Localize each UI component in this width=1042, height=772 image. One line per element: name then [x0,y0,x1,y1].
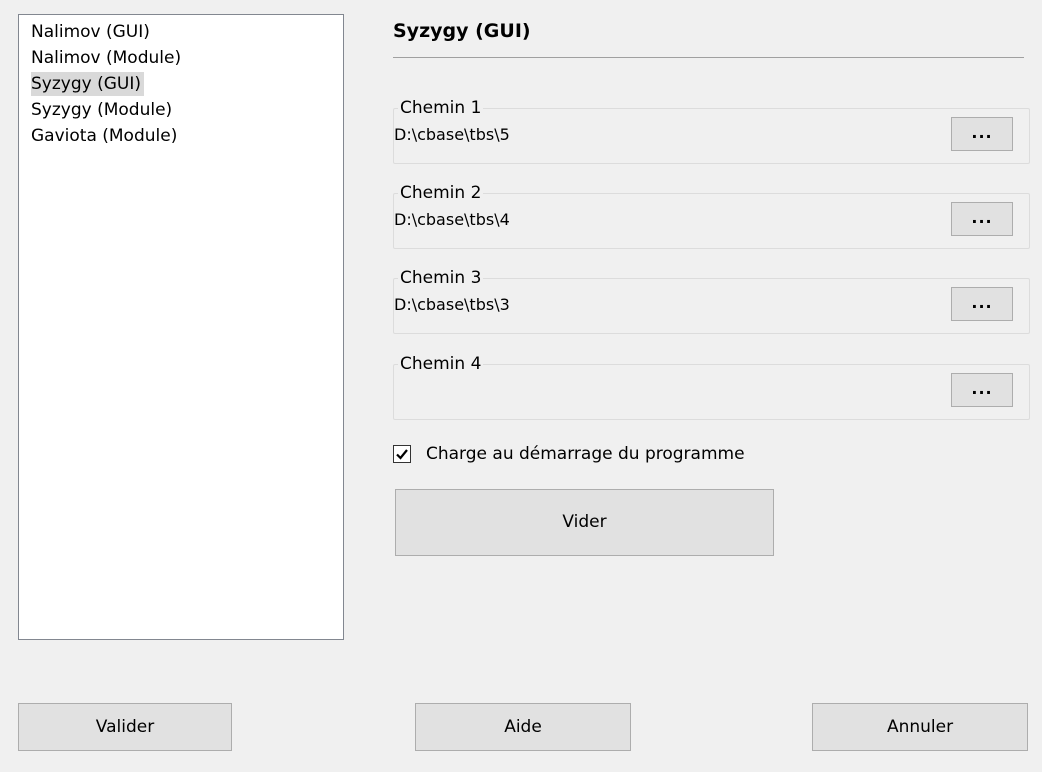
path-value-2: D:\cbase\tbs\4 [394,210,510,229]
list-item-nalimov-module[interactable]: Nalimov (Module) [31,45,343,71]
path-label-1: Chemin 1 [398,98,484,118]
path-label-2: Chemin 2 [398,183,484,203]
browse-button-1[interactable]: ... [951,117,1013,151]
path-group-4: Chemin 4 ... [393,354,1030,420]
path-group-2: Chemin 2 D:\cbase\tbs\4 ... [393,183,1030,249]
path-value-1: D:\cbase\tbs\5 [394,125,510,144]
path-label-4: Chemin 4 [398,354,484,374]
browse-button-2[interactable]: ... [951,202,1013,236]
path-group-1: Chemin 1 D:\cbase\tbs\5 ... [393,98,1030,164]
ok-button[interactable]: Valider [18,703,232,751]
title-divider [393,57,1024,58]
page-title: Syzygy (GUI) [393,20,531,42]
path-value-3: D:\cbase\tbs\3 [394,295,510,314]
load-on-start-label: Charge au démarrage du programme [426,444,745,464]
list-item-syzygy-module[interactable]: Syzygy (Module) [31,97,343,123]
clear-button[interactable]: Vider [395,489,774,556]
tablebase-list[interactable]: Nalimov (GUI) Nalimov (Module) Syzygy (G… [18,14,344,640]
path-group-3: Chemin 3 D:\cbase\tbs\3 ... [393,268,1030,334]
cancel-button[interactable]: Annuler [812,703,1028,751]
load-on-start-checkbox[interactable] [393,445,411,463]
path-label-3: Chemin 3 [398,268,484,288]
help-button[interactable]: Aide [415,703,631,751]
browse-button-3[interactable]: ... [951,287,1013,321]
browse-button-4[interactable]: ... [951,373,1013,407]
list-item-gaviota-module[interactable]: Gaviota (Module) [31,123,343,149]
checkmark-icon [396,449,408,460]
list-item-nalimov-gui[interactable]: Nalimov (GUI) [31,19,343,45]
list-item-syzygy-gui[interactable]: Syzygy (GUI) [31,71,343,97]
